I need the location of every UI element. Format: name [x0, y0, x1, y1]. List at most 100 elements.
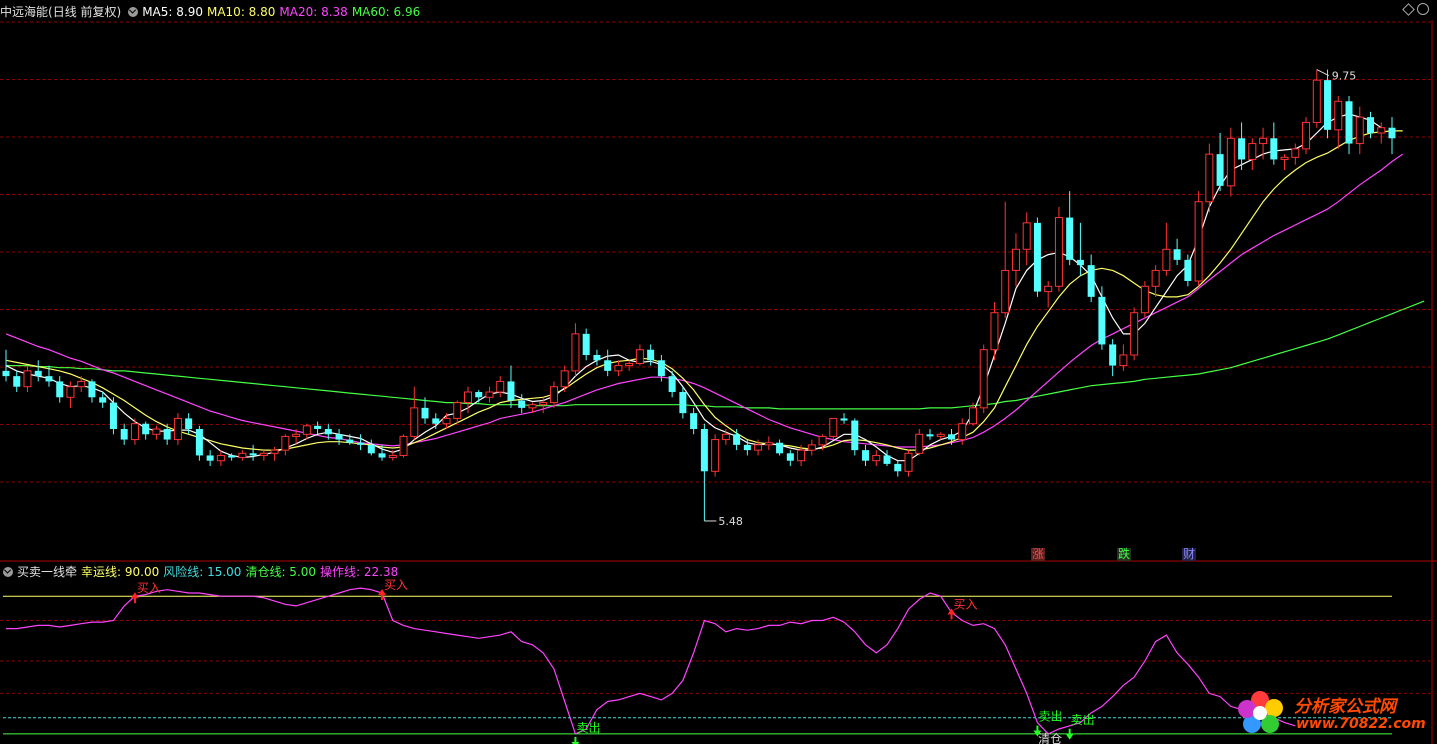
candle-body-up: [968, 407, 977, 425]
watermark-url: www.70822.com: [1296, 716, 1426, 732]
candle-body-up: [1312, 79, 1321, 123]
candle-body-up: [797, 449, 806, 462]
candle-body-down: [163, 429, 171, 440]
candle-body-up: [1022, 222, 1031, 250]
candle-body-up: [872, 454, 881, 462]
candle-body-down: [206, 455, 214, 461]
candle-body-down: [432, 418, 440, 424]
price-chart-header: 中远海能(日线 前复权) MA5: 8.90 MA10: 8.80 MA20: 8.3…: [0, 3, 428, 21]
candle-body-down: [593, 355, 601, 361]
indicator-name: 买卖一线牵: [17, 565, 78, 579]
candle-body-up: [66, 386, 75, 398]
sell-signal-label: 卖出: [1071, 713, 1095, 727]
candle-body-up: [571, 333, 580, 372]
candle-body-down: [109, 402, 117, 429]
sell-arrow-icon: [1065, 728, 1074, 740]
candle-body-up: [1226, 137, 1235, 187]
candle-body-up: [1054, 217, 1063, 287]
candle-body-down: [894, 463, 902, 472]
buy-signal-label: 买入: [137, 581, 161, 595]
candle-body-down: [314, 425, 322, 429]
max-price-pointer: [1316, 69, 1330, 77]
candle-body-down: [679, 392, 687, 414]
candle-body-up: [259, 452, 268, 456]
candle-body-down: [883, 455, 891, 464]
candle-body-down: [582, 333, 590, 355]
candle-body-down: [367, 444, 375, 454]
indicator-settings-toggle-icon[interactable]: [3, 567, 13, 577]
candle-body-down: [185, 418, 193, 429]
candle-body-up: [1334, 100, 1343, 131]
candle-body-down: [1238, 138, 1246, 160]
close-circle-icon[interactable]: [1417, 3, 1429, 15]
candle-body-down: [228, 455, 236, 458]
candle-body-up: [130, 423, 139, 441]
candle-body-down: [507, 381, 515, 401]
candle-body-up: [1162, 248, 1171, 271]
watermark-logo: 分析家公式网 www.70822.com: [1238, 686, 1437, 744]
candle-body-up: [77, 380, 86, 388]
candle-body-up: [979, 349, 988, 409]
ma-legend: MA5: 8.90 MA10: 8.80 MA20: 8.38 MA60: 6.96: [142, 5, 424, 19]
candle-body-down: [690, 413, 698, 429]
ma-settings-toggle-icon[interactable]: [128, 7, 139, 17]
candle-body-up: [549, 386, 558, 404]
candle-body-up: [1377, 127, 1386, 134]
candle-body-up: [754, 444, 763, 451]
legend-ma10: MA10: 8.80: [206, 5, 276, 19]
candle-body-down: [88, 381, 96, 398]
candle-body-down: [421, 407, 429, 419]
sell-signal-label: 卖出: [1038, 710, 1062, 724]
candle-body-down: [1324, 80, 1332, 130]
candle-body-up: [1205, 153, 1214, 203]
candle-body-down: [1367, 117, 1375, 133]
ma20-line: [5, 153, 1404, 448]
candle-body-down: [668, 376, 676, 392]
sell-arrow-icon: [571, 736, 580, 744]
candle-body-down: [324, 429, 332, 435]
candle-body-down: [518, 400, 526, 408]
event-marker-up[interactable]: 涨: [1031, 548, 1046, 561]
candle-body-up: [764, 442, 773, 446]
candle-body-up: [1194, 201, 1203, 282]
candle-body-down: [1184, 259, 1192, 281]
candle-body-up: [485, 391, 494, 398]
candle-body-down: [45, 376, 53, 382]
candle-body-up: [302, 425, 311, 435]
candle-body-up: [711, 439, 720, 472]
candle-body-up: [614, 365, 623, 372]
candle-body-down: [1066, 217, 1074, 260]
legend-ma5: MA5: 8.90: [142, 5, 203, 19]
indicator-header: 买卖一线牵 幸运线: 90.00 风险线: 15.00 清仓线: 5.00 操作线: 2…: [0, 563, 406, 581]
candle-body-up: [936, 433, 945, 437]
candle-body-up: [23, 370, 32, 388]
candle-body-up: [635, 349, 644, 364]
candle-body-up: [399, 435, 408, 456]
candle-body-down: [99, 397, 107, 403]
event-marker-finance[interactable]: 财: [1182, 548, 1197, 561]
candle-body-up: [1280, 156, 1289, 160]
candle-body-up: [1355, 116, 1364, 145]
candle-body-down: [475, 392, 483, 398]
candle-body-up: [807, 444, 816, 451]
chart-period: (日线 前复权): [48, 5, 122, 19]
candle-body-up: [1044, 285, 1053, 293]
candle-body-up: [1119, 354, 1128, 367]
candle-body-up: [216, 454, 225, 462]
candle-body-up: [1302, 121, 1311, 150]
candle-body-down: [1216, 154, 1224, 186]
candle-body-up: [1151, 269, 1160, 287]
candle-body-up: [560, 370, 569, 388]
chart-canvas[interactable]: 9.755.48买入 买入买入卖出卖出 卖出清仓: [0, 0, 1437, 744]
candle-body-down: [34, 370, 42, 377]
candle-body-down: [840, 418, 848, 421]
candle-body-down: [120, 429, 128, 440]
candle-body-down: [862, 450, 870, 461]
event-marker-down[interactable]: 跌: [1117, 548, 1132, 561]
candle-body-up: [442, 417, 451, 425]
candle-body-up: [1140, 285, 1149, 314]
stock-name: 中远海能: [0, 5, 49, 19]
candle-body-down: [357, 442, 365, 445]
candle-body-down: [1109, 344, 1117, 366]
indicator-legend: 幸运线: 90.00 风险线: 15.00 清仓线: 5.00 操作线: 22.38: [81, 565, 402, 579]
